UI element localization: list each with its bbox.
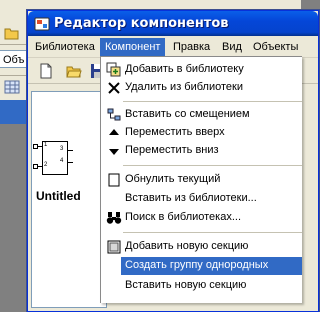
menu-item-insert-offset[interactable]: Вставить со смещением <box>101 106 302 124</box>
grid-icon[interactable] <box>4 79 20 95</box>
app-icon <box>34 16 50 32</box>
component-menu-dropdown: Добавить в библиотеку Удалить из библиот… <box>100 56 302 303</box>
menu-item-label: Вставить со смещением <box>125 108 250 120</box>
menu-item-search-libraries[interactable]: Поиск в библиотеках... <box>101 209 302 227</box>
menu-item-label: Переместить вверх <box>125 126 225 138</box>
menu-separator <box>123 232 302 233</box>
menu-edit[interactable]: Правка <box>168 38 215 56</box>
empty-checkbox-icon <box>106 172 122 188</box>
pin-label: 2 <box>44 162 48 168</box>
menu-item-move-down[interactable]: Переместить вниз <box>101 142 302 160</box>
pin-lead <box>67 150 73 151</box>
pin-label: 3 <box>60 146 64 152</box>
delete-x-icon <box>106 80 122 96</box>
menu-view[interactable]: Вид <box>217 38 247 56</box>
title-bar[interactable]: Редактор компонентов <box>28 11 318 36</box>
open-folder-icon[interactable] <box>4 25 20 41</box>
pin-terminal <box>33 164 38 169</box>
background-toolbar-secondary <box>0 75 28 98</box>
menu-item-insert-from-library[interactable]: Вставить из библиотеки... <box>101 190 302 208</box>
pin-label: 1 <box>44 142 48 148</box>
menu-bar: Библиотека Компонент Правка Вид Объекты <box>28 37 318 58</box>
component-caption: Untitled <box>36 189 81 203</box>
pin-lead <box>67 162 73 163</box>
menu-item-reset-current[interactable]: Обнулить текущий <box>101 171 302 189</box>
background-selection-strip <box>0 100 28 124</box>
add-section-icon <box>106 239 122 255</box>
menu-item-label: Обнулить текущий <box>125 173 221 185</box>
menu-item-move-up[interactable]: Переместить вверх <box>101 124 302 142</box>
menu-item-label: Удалить из библиотеки <box>125 81 243 93</box>
component-symbol[interactable]: 1 2 3 4 <box>33 141 73 175</box>
component-canvas[interactable]: 1 2 3 4 Untitled <box>31 91 107 308</box>
open-folder-icon[interactable] <box>66 63 84 80</box>
menu-item-insert-new-section[interactable]: Вставить новую секцию <box>101 277 302 295</box>
menu-item-label: Добавить в библиотеку <box>125 63 244 75</box>
menu-item-add-section[interactable]: Добавить новую секцию <box>101 238 302 256</box>
menu-library[interactable]: Библиотека <box>30 38 100 56</box>
new-document-icon[interactable] <box>38 63 56 80</box>
background-tab[interactable]: Объ <box>0 50 28 68</box>
menu-objects[interactable]: Объекты <box>248 38 303 56</box>
menu-item-label: Создать группу однородных <box>125 259 269 271</box>
menu-item-add-to-library[interactable]: Добавить в библиотеку <box>101 61 302 79</box>
menu-item-label: Вставить из библиотеки... <box>125 192 257 204</box>
menu-item-label: Вставить новую секцию <box>125 279 247 291</box>
binoculars-icon <box>106 210 122 226</box>
insert-offset-icon <box>106 107 122 123</box>
menu-item-create-homogeneous-group[interactable]: Создать группу однородных <box>121 257 302 275</box>
menu-item-label: Переместить вниз <box>125 144 219 156</box>
arrow-up-icon <box>106 125 122 141</box>
menu-item-remove-from-library[interactable]: Удалить из библиотеки <box>101 79 302 97</box>
add-to-library-icon <box>106 62 122 78</box>
pin-label: 4 <box>60 158 64 164</box>
background-workspace <box>0 124 28 302</box>
menu-item-label: Добавить новую секцию <box>125 240 249 252</box>
window-title: Редактор компонентов <box>54 16 229 31</box>
background-toolbar <box>0 22 28 45</box>
menu-item-label: Поиск в библиотеках... <box>125 211 241 223</box>
menu-component[interactable]: Компонент <box>100 38 166 56</box>
arrow-down-icon <box>106 143 122 159</box>
menu-separator <box>123 101 302 102</box>
pin-terminal <box>33 144 38 149</box>
menu-separator <box>123 165 302 166</box>
